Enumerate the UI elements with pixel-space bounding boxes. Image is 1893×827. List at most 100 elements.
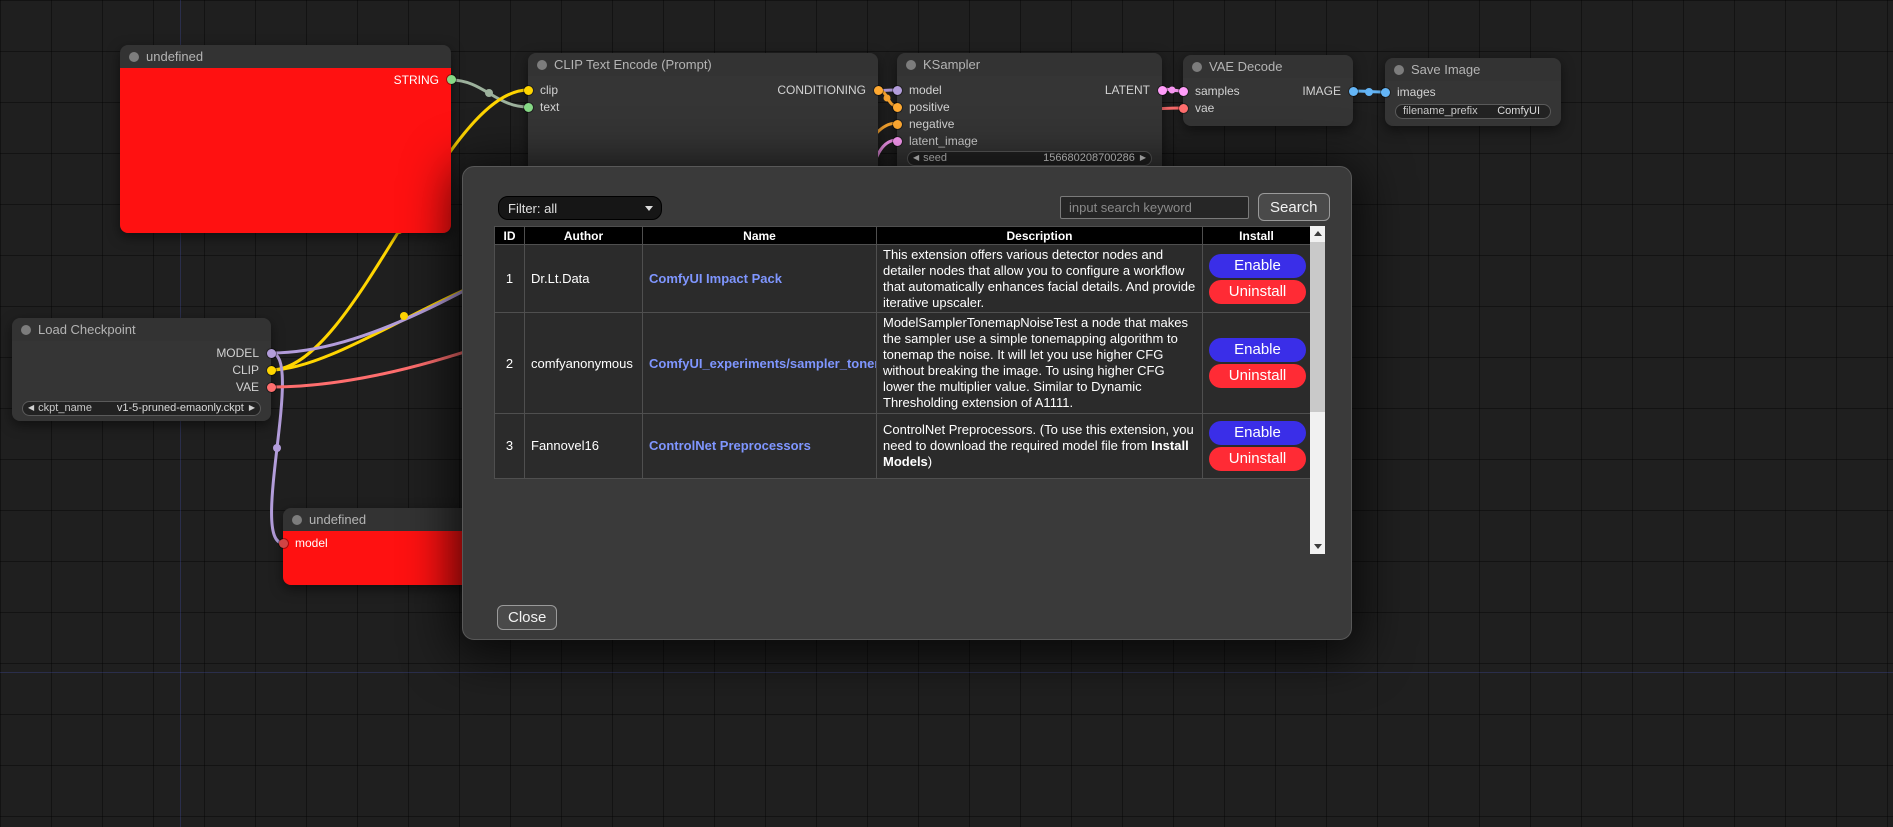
extension-link[interactable]: ControlNet Preprocessors [649,438,811,453]
header-author: Author [525,227,643,245]
positive-input-dot[interactable] [893,103,902,112]
collapse-dot-icon[interactable] [21,325,31,335]
cell-description: ModelSamplerTonemapNoiseTest a node that… [877,313,1203,413]
cell-author: comfyanonymous [525,313,643,413]
scrollbar[interactable] [1310,226,1325,554]
wire-midpoint-dot [884,95,891,102]
collapse-dot-icon[interactable] [129,52,139,62]
node-undefined-top[interactable]: undefined STRING [120,45,451,233]
model-input-dot[interactable] [279,539,288,548]
node-title: VAE Decode [1209,59,1282,74]
input-slot-vae: vae [1183,100,1353,117]
vae-input-dot[interactable] [1179,104,1188,113]
custom-nodes-dialog: Filter: all Search ID Author Name Descri… [462,166,1352,640]
header-name: Name [643,227,877,245]
node-body: images filename_prefix ComfyUI [1385,81,1561,126]
decrement-arrow-icon[interactable]: ◀ [913,154,919,162]
images-input-dot[interactable] [1381,88,1390,97]
extension-link[interactable]: ComfyUI Impact Pack [649,271,782,286]
extension-row: 1 Dr.Lt.Data ComfyUI Impact Pack This ex… [495,245,1311,313]
text-input-dot[interactable] [524,103,533,112]
conditioning-output-dot[interactable] [874,86,883,95]
wire-midpoint-dot [400,312,408,320]
node-vae-decode[interactable]: VAE Decode samples vae IMAGE [1183,55,1353,126]
filter-select[interactable]: Filter: all [498,196,662,220]
node-header[interactable]: CLIP Text Encode (Prompt) [528,53,878,76]
wire-midpoint-dot [485,89,493,97]
output-slot-clip: CLIP [12,362,271,379]
enable-button[interactable]: Enable [1209,421,1306,445]
node-title: undefined [309,512,366,527]
uninstall-button[interactable]: Uninstall [1209,447,1306,471]
ckpt-name-widget[interactable]: ◀ ckpt_name v1-5-pruned-emaonly.ckpt ▶ [22,401,261,416]
model-output-dot[interactable] [267,349,276,358]
cell-install: Enable Uninstall [1203,313,1311,413]
node-body: STRING [120,68,451,233]
node-load-checkpoint[interactable]: Load Checkpoint MODEL CLIP VAE ◀ ckpt_na… [12,318,271,421]
cell-author: Dr.Lt.Data [525,245,643,313]
output-slot-latent: LATENT [1105,82,1162,99]
enable-button[interactable]: Enable [1209,338,1306,362]
collapse-dot-icon[interactable] [906,60,916,70]
input-slot-images: images [1385,84,1561,101]
node-body: MODEL CLIP VAE ◀ ckpt_name v1-5-pruned-e… [12,341,271,421]
scroll-up-button[interactable] [1310,226,1325,241]
node-header[interactable]: Load Checkpoint [12,318,271,341]
image-output-dot[interactable] [1349,87,1358,96]
extensions-table-wrap: ID Author Name Description Install 1 Dr.… [494,226,1325,554]
collapse-dot-icon[interactable] [537,60,547,70]
table-header-row: ID Author Name Description Install [495,227,1311,245]
uninstall-button[interactable]: Uninstall [1209,280,1306,304]
cell-id: 2 [495,313,525,413]
filename-prefix-widget[interactable]: filename_prefix ComfyUI [1395,104,1551,119]
cell-install: Enable Uninstall [1203,413,1311,478]
increment-arrow-icon[interactable]: ▶ [249,404,255,412]
triangle-down-icon [1314,544,1322,549]
input-slot-latent-image: latent_image [897,133,1162,150]
latent-output-dot[interactable] [1158,86,1167,95]
cell-id: 3 [495,413,525,478]
latent-image-input-dot[interactable] [893,137,902,146]
wire-midpoint-dot [1365,88,1373,96]
collapse-dot-icon[interactable] [1192,62,1202,72]
extension-link[interactable]: ComfyUI_experiments/sampler_tonemap [649,356,877,371]
node-header[interactable]: KSampler [897,53,1162,76]
node-header[interactable]: VAE Decode [1183,55,1353,78]
uninstall-button[interactable]: Uninstall [1209,364,1306,388]
samples-input-dot[interactable] [1179,87,1188,96]
node-title: KSampler [923,57,980,72]
search-button[interactable]: Search [1258,193,1330,221]
node-title: CLIP Text Encode (Prompt) [554,57,712,72]
node-header[interactable]: Save Image [1385,58,1561,81]
model-input-dot[interactable] [893,86,902,95]
node-title: Save Image [1411,62,1480,77]
node-header[interactable]: undefined [120,45,451,68]
close-button[interactable]: Close [497,605,557,630]
input-slot-negative: negative [897,116,1162,133]
negative-input-dot[interactable] [893,120,902,129]
clip-input-dot[interactable] [524,86,533,95]
decrement-arrow-icon[interactable]: ◀ [28,404,34,412]
seed-widget[interactable]: ◀ seed 156680208700286 ▶ [907,151,1152,166]
node-save-image[interactable]: Save Image images filename_prefix ComfyU… [1385,58,1561,126]
increment-arrow-icon[interactable]: ▶ [1140,154,1146,162]
header-id: ID [495,227,525,245]
graph-canvas[interactable]: undefined STRING CLIP Text Encode (Promp… [0,0,1893,827]
cell-id: 1 [495,245,525,313]
vae-output-dot[interactable] [267,383,276,392]
collapse-dot-icon[interactable] [1394,65,1404,75]
string-output-dot[interactable] [447,75,456,84]
scrollbar-thumb[interactable] [1310,242,1325,412]
collapse-dot-icon[interactable] [292,515,302,525]
header-description: Description [877,227,1203,245]
cell-install: Enable Uninstall [1203,245,1311,313]
input-slot-positive: positive [897,99,1162,116]
clip-output-dot[interactable] [267,366,276,375]
search-input[interactable] [1060,196,1249,219]
output-slot-string: STRING [120,71,451,88]
enable-button[interactable]: Enable [1209,254,1306,278]
scroll-down-button[interactable] [1310,539,1325,554]
output-slot-image: IMAGE [1302,83,1353,100]
output-slot-model: MODEL [12,345,271,362]
cell-author: Fannovel16 [525,413,643,478]
